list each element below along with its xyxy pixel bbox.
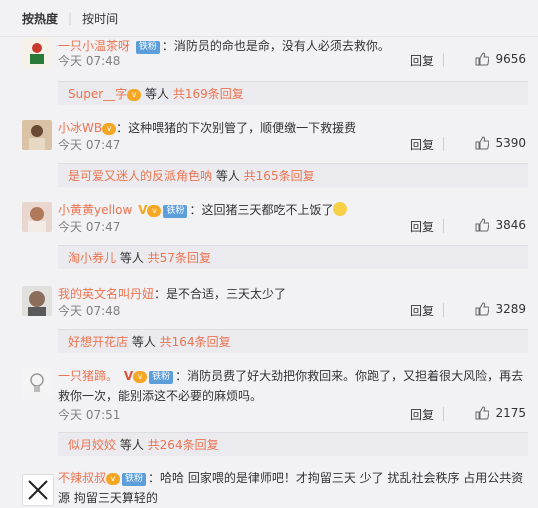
- comment-username[interactable]: 不辣叔叔: [58, 471, 106, 485]
- comment-time: 今天 07:47: [58, 220, 121, 234]
- reply-username[interactable]: Super__字: [68, 87, 127, 101]
- thumbs-up-icon: [475, 302, 490, 316]
- comment-text: ：消防员的命也是命，没有人必须去救你。: [161, 39, 390, 53]
- sort-by-hot-tab[interactable]: 按热度: [22, 10, 58, 27]
- comment-text: ：这种喂猪的下次别管了，顺便缴一下救援费: [116, 121, 357, 135]
- divider: [443, 303, 444, 317]
- reply-summary[interactable]: 淘小券儿 等人 共57条回复: [58, 245, 528, 269]
- reply-username[interactable]: 淘小券儿: [68, 251, 116, 265]
- avatar[interactable]: [22, 368, 52, 398]
- reply-summary[interactable]: 好想开花店 等人 共164条回复: [58, 329, 528, 353]
- vip-icon: v: [102, 123, 117, 135]
- thumbs-up-icon: [475, 218, 490, 232]
- like-count: 3289: [495, 302, 526, 316]
- like-button[interactable]: 5390: [475, 136, 526, 150]
- comment-text: ：消防员费了好大劲把你救回来。你跑了，又担着很大风险，再去: [175, 369, 524, 383]
- reply-etc: 等人: [128, 335, 156, 349]
- reply-username[interactable]: 似月姣姣: [68, 438, 116, 452]
- like-button[interactable]: 3846: [475, 218, 526, 232]
- divider: [443, 407, 444, 421]
- reply-summary[interactable]: 似月姣姣 等人 共264条回复: [58, 432, 528, 456]
- avatar[interactable]: [22, 38, 52, 68]
- comment-username[interactable]: 小冰WB: [58, 121, 102, 135]
- comment-time: 今天 07:48: [58, 54, 121, 68]
- comment-time: 今天 07:51: [58, 408, 121, 422]
- thumbs-up-icon: [475, 406, 490, 420]
- like-button[interactable]: 3289: [475, 302, 526, 316]
- emoji-icon: [333, 202, 348, 216]
- thumbs-up-icon: [475, 52, 490, 66]
- reply-etc: 等人: [116, 438, 144, 452]
- like-count: 3846: [495, 218, 526, 232]
- reply-username[interactable]: 是可爱又迷人的反派角色呐: [68, 169, 212, 183]
- like-count: 5390: [495, 136, 526, 150]
- reply-button[interactable]: 回复: [410, 406, 434, 423]
- reply-etc: 等人: [116, 251, 144, 265]
- comment-text: ：这回猪三天都吃不上饭了: [189, 203, 334, 217]
- like-button[interactable]: 2175: [475, 406, 526, 420]
- vip-icon: v: [106, 473, 121, 485]
- reply-button[interactable]: 回复: [410, 218, 434, 235]
- divider: [443, 53, 444, 67]
- reply-button[interactable]: 回复: [410, 52, 434, 69]
- verified-v-icon: V: [138, 203, 148, 217]
- like-button[interactable]: 9656: [475, 52, 526, 66]
- reply-button[interactable]: 回复: [410, 136, 434, 153]
- comment-text-line2: 源 拘留三天算轻的: [58, 491, 158, 505]
- comment-username[interactable]: 我的英文名叫丹妞: [58, 287, 154, 301]
- sort-separator: |: [68, 11, 73, 25]
- vip-icon: v: [133, 371, 148, 383]
- vip-icon: v: [127, 89, 142, 101]
- reply-total-link[interactable]: 共165条回复: [244, 169, 315, 183]
- avatar[interactable]: [22, 120, 52, 150]
- comment-text: ：哈哈 回家喂的是律师吧！才拘留三天 少了 扰乱社会秩序 占用公共资: [148, 471, 524, 485]
- avatar[interactable]: [22, 474, 54, 506]
- thumbs-up-icon: [475, 136, 490, 150]
- divider: [443, 219, 444, 233]
- reply-total-link[interactable]: 共57条回复: [148, 251, 211, 265]
- reply-etc: 等人: [141, 87, 169, 101]
- comment-username[interactable]: 一只猪蹄。: [58, 369, 118, 383]
- comment-text-line2: 救你一次，能别添这不必要的麻烦吗。: [58, 389, 263, 403]
- fan-badge: 铁粉: [163, 205, 188, 218]
- reply-username[interactable]: 好想开花店: [68, 335, 128, 349]
- reply-summary[interactable]: Super__字 v 等人 共169条回复: [58, 81, 528, 105]
- avatar[interactable]: [22, 202, 52, 232]
- fan-badge: 铁粉: [149, 371, 174, 384]
- comment-username[interactable]: 一只小温茶呀: [58, 39, 130, 53]
- fan-badge: 铁粉: [122, 473, 147, 486]
- like-count: 2175: [495, 406, 526, 420]
- comment-time: 今天 07:47: [58, 138, 121, 152]
- reply-summary[interactable]: 是可爱又迷人的反派角色呐 等人 共165条回复: [58, 163, 528, 187]
- comment-username[interactable]: 小黄黄yellow: [58, 203, 132, 217]
- reply-total-link[interactable]: 共169条回复: [173, 87, 244, 101]
- reply-total-link[interactable]: 共264条回复: [148, 438, 219, 452]
- reply-etc: 等人: [212, 169, 240, 183]
- divider: [443, 137, 444, 151]
- avatar[interactable]: [22, 286, 52, 316]
- sort-bar: 按热度 | 按时间: [0, 0, 538, 37]
- reply-total-link[interactable]: 共164条回复: [160, 335, 231, 349]
- reply-button[interactable]: 回复: [410, 302, 434, 319]
- sort-by-time-tab[interactable]: 按时间: [82, 10, 118, 27]
- like-count: 9656: [495, 52, 526, 66]
- comment-text: ：是不合适，三天太少了: [154, 287, 287, 301]
- vip-icon: v: [147, 205, 162, 217]
- verified-v-icon: V: [123, 369, 134, 383]
- comment-time: 今天 07:48: [58, 304, 121, 318]
